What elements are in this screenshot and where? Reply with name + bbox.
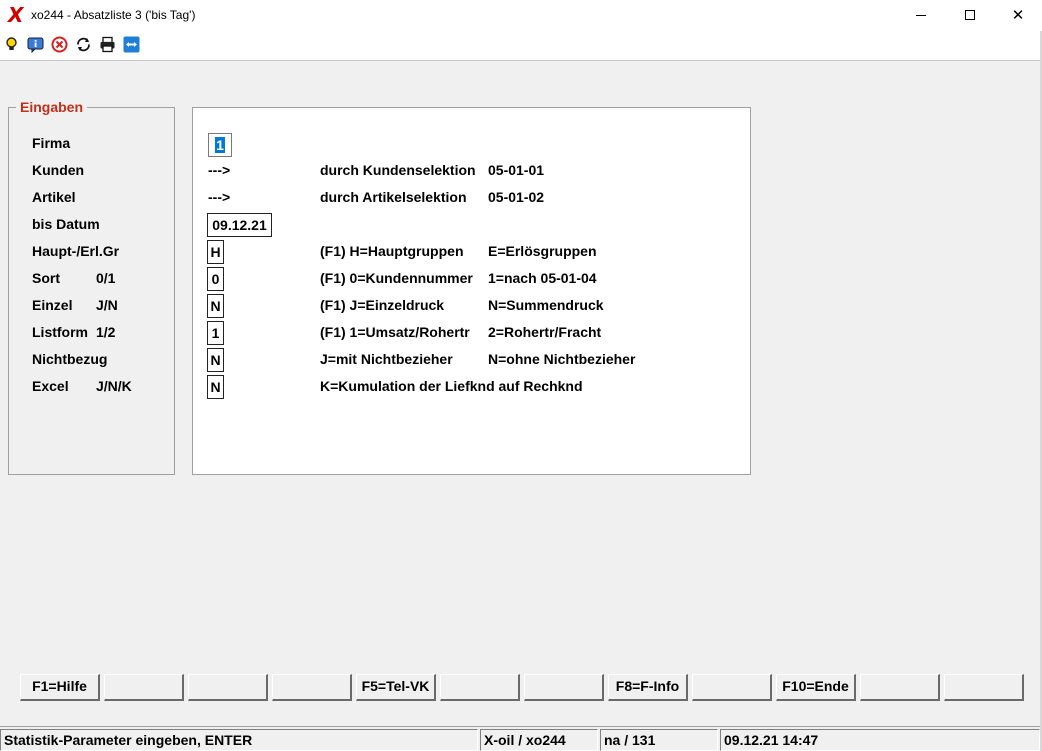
kunden-arrow: ---> [208, 162, 231, 178]
firma-field[interactable]: 1 [208, 133, 232, 157]
nichtbezug-field[interactable]: N [207, 348, 224, 372]
info-icon[interactable] [27, 36, 44, 53]
label-sort-options: 0/1 [96, 270, 116, 286]
remote-support-icon[interactable] [123, 36, 140, 53]
toolbar [0, 31, 1042, 61]
status-message: Statistik-Parameter eingeben, ENTER [0, 729, 478, 751]
label-einzel-options: J/N [96, 297, 118, 313]
f10-ende-button[interactable]: F10=Ende [776, 674, 856, 701]
f5-tel-vk-button[interactable]: F5=Tel-VK [356, 674, 436, 701]
artikel-hint-code: 05-01-02 [488, 189, 545, 205]
label-nichtbezug: Nichtbezug [32, 351, 108, 367]
maximize-button[interactable] [947, 0, 993, 30]
bis-datum-field[interactable]: 09.12.21 [207, 213, 272, 237]
haupt-hint: (F1) H=Hauptgruppen [320, 243, 464, 259]
firma-value: 1 [215, 137, 225, 153]
refresh-icon[interactable] [75, 36, 92, 53]
stop-icon[interactable] [51, 36, 68, 53]
label-haupt-erl-gr: Haupt-/Erl.Gr [32, 243, 120, 259]
title-bar: X xo244 - Absatzliste 3 ('bis Tag') ✕ [0, 0, 1042, 31]
sort-field[interactable]: 0 [207, 267, 224, 291]
f4-button[interactable] [272, 674, 352, 701]
f3-button[interactable] [188, 674, 268, 701]
f1-hilfe-button[interactable]: F1=Hilfe [20, 674, 100, 701]
label-listform: Listform [32, 324, 88, 340]
nichtbezug-hint-alt: N=ohne Nichtbezieher [488, 351, 636, 367]
f2-button[interactable] [104, 674, 184, 701]
artikel-arrow: ---> [208, 189, 231, 205]
listform-hint-alt: 2=Rohertr/Fracht [488, 324, 602, 340]
sort-hint-alt: 1=nach 05-01-04 [488, 270, 597, 286]
label-kunden: Kunden [32, 162, 85, 178]
label-bis-datum: bis Datum [32, 216, 100, 232]
label-excel-options: J/N/K [96, 378, 132, 394]
label-listform-options: 1/2 [96, 324, 116, 340]
einzel-field[interactable]: N [207, 294, 224, 318]
label-excel: Excel [32, 378, 69, 394]
maximize-icon [965, 10, 975, 20]
app-logo-icon: X [8, 3, 24, 27]
excel-hint: K=Kumulation der Liefknd auf Rechknd [320, 378, 583, 394]
close-icon: ✕ [1011, 6, 1025, 24]
label-sort: Sort [32, 270, 60, 286]
status-user: na / 131 [600, 729, 718, 751]
status-datetime: 09.12.21 14:47 [720, 729, 1040, 751]
haupt-hint-alt: E=Erlösgruppen [488, 243, 597, 259]
f9-button[interactable] [692, 674, 772, 701]
close-button[interactable]: ✕ [995, 0, 1041, 30]
kunden-hint-code: 05-01-01 [488, 162, 545, 178]
lightbulb-icon[interactable] [3, 36, 20, 53]
minimize-icon [916, 14, 926, 16]
f8-f-info-button[interactable]: F8=F-Info [608, 674, 688, 701]
status-bar: Statistik-Parameter eingeben, ENTER X-oi… [0, 726, 1042, 751]
status-program: X-oil / xo244 [480, 729, 598, 751]
listform-hint: (F1) 1=Umsatz/Rohertr [320, 324, 470, 340]
nichtbezug-hint: J=mit Nichtbezieher [320, 351, 453, 367]
f12-button[interactable] [944, 674, 1024, 701]
label-artikel: Artikel [32, 189, 76, 205]
f6-button[interactable] [440, 674, 520, 701]
einzel-hint: (F1) J=Einzeldruck [320, 297, 445, 313]
haupt-erl-gr-field[interactable]: H [207, 240, 224, 264]
minimize-button[interactable] [898, 0, 944, 30]
listform-field[interactable]: 1 [207, 321, 224, 345]
window-title: xo244 - Absatzliste 3 ('bis Tag') [31, 8, 196, 22]
label-einzel: Einzel [32, 297, 73, 313]
f11-button[interactable] [860, 674, 940, 701]
kunden-hint: durch Kundenselektion [320, 162, 476, 178]
print-icon[interactable] [99, 36, 116, 53]
einzel-hint-alt: N=Summendruck [488, 297, 604, 313]
label-firma: Firma [32, 135, 71, 151]
excel-field[interactable]: N [207, 375, 224, 399]
f7-button[interactable] [524, 674, 604, 701]
artikel-hint: durch Artikelselektion [320, 189, 467, 205]
sort-hint: (F1) 0=Kundennummer [320, 270, 473, 286]
group-title: Eingaben [16, 99, 88, 115]
